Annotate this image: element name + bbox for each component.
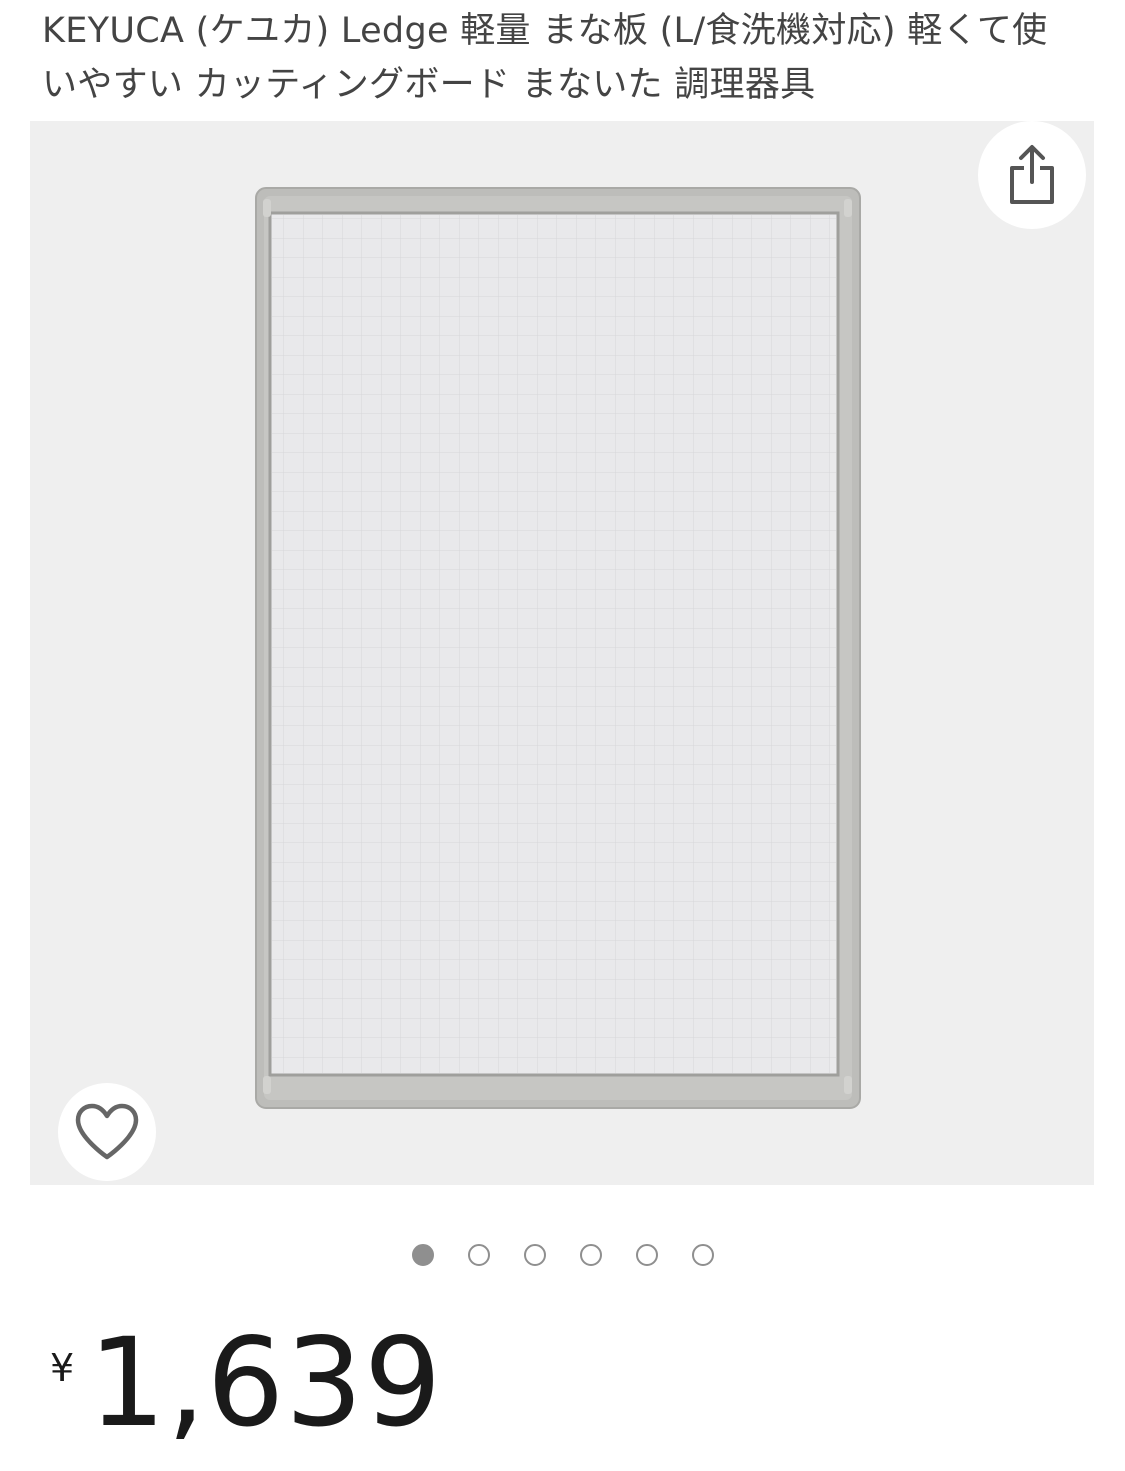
carousel-indicator [0,1244,1125,1274]
carousel-dot-2[interactable] [467,1244,490,1266]
product-title: KEYUCA (ケユカ) Ledge 軽量 まな板 (L/食洗機対応) 軽くて使… [42,11,1048,105]
heart-icon [75,1103,139,1160]
carousel-dot-5[interactable] [635,1244,658,1266]
share-button[interactable] [978,121,1086,229]
carousel-dot-1[interactable] [411,1244,434,1266]
price-currency: ¥ [50,1346,75,1390]
price: ¥ 1,639 [50,1318,442,1448]
carousel-dot-4[interactable] [579,1244,602,1266]
price-amount: 1,639 [88,1312,443,1454]
product-image-gallery[interactable] [30,121,1094,1185]
carousel-dot-6[interactable] [691,1244,714,1266]
favorite-button[interactable] [58,1083,156,1181]
share-icon [1010,145,1054,204]
carousel-dot-3[interactable] [523,1244,546,1266]
product-image[interactable] [30,121,1094,1185]
